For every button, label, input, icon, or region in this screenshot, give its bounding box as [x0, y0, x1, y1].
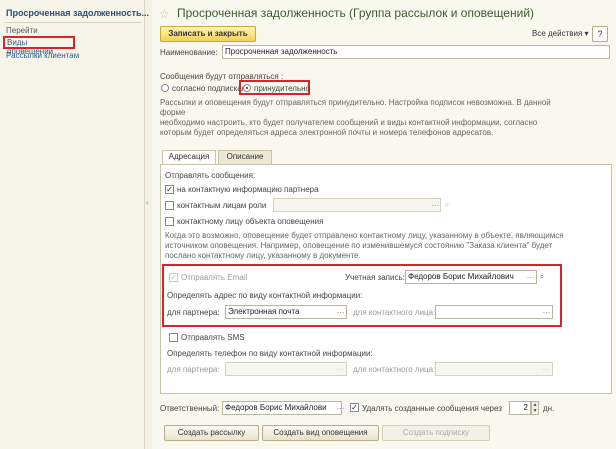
email-contact-input[interactable] — [435, 305, 553, 319]
desc-line: Рассылки и оповещения будут отправляться… — [160, 98, 551, 107]
tab-addressing[interactable]: Адресация — [162, 150, 216, 165]
account-label: Учетная запись: — [345, 273, 405, 282]
account-search-icon[interactable]: ⌕ — [537, 271, 547, 283]
name-label: Наименование: — [160, 48, 218, 57]
object-contact-label[interactable]: контактному лицу объекта оповещения — [177, 217, 323, 226]
contact-role-select-icon: … — [431, 199, 440, 208]
desc-line: которым будет определяться адреса электр… — [160, 128, 494, 137]
contact-role-label[interactable]: контактным лицам роли — [177, 201, 266, 210]
sms-partner-select-icon: … — [336, 363, 345, 372]
contact-role-checkbox[interactable] — [165, 201, 174, 210]
page-title: Просроченная задолженность (Группа рассы… — [177, 6, 535, 20]
delete-messages-checkbox[interactable]: ✓ — [350, 403, 359, 412]
save-and-close-button[interactable]: Записать и закрыть — [160, 26, 256, 42]
email-ci-label: Определять адрес по виду контактной инфо… — [167, 291, 363, 300]
name-input[interactable]: Просроченная задолженность — [222, 45, 610, 59]
info-line: Когда это возможно, оповещение будет отп… — [165, 231, 564, 240]
create-alert-type-button[interactable]: Создать вид оповещения — [262, 425, 379, 441]
contact-role-search-icon: ⌕ — [444, 200, 450, 209]
email-contact-select-icon[interactable]: … — [541, 306, 552, 318]
partner-ci-label[interactable]: на контактную информацию партнера — [177, 185, 319, 194]
help-button[interactable]: ? — [592, 26, 608, 42]
info-line: послано контактному лицу, указанному в д… — [165, 251, 361, 260]
create-subscription-button: Создать подписку — [382, 425, 490, 441]
sms-partner-label: для партнера: — [167, 365, 220, 374]
all-actions-menu[interactable]: Все действия ▾ — [532, 29, 589, 38]
sms-contact-label: для контактного лица: — [353, 365, 436, 374]
partner-ci-checkbox[interactable]: ✓ — [165, 185, 174, 194]
email-partner-select-icon[interactable]: … — [335, 306, 346, 318]
sidebar: Просроченная задолженность... Перейти Ви… — [0, 0, 149, 449]
account-select-icon[interactable]: … — [525, 271, 536, 283]
email-partner-input[interactable]: Электронная почта — [225, 305, 347, 319]
sms-partner-input — [225, 362, 347, 376]
radio-forced[interactable] — [243, 84, 251, 92]
sidebar-divider — [4, 22, 142, 23]
account-input[interactable]: Федоров Борис Михайлович — [405, 270, 537, 284]
sidebar-item-client-mailings[interactable]: Рассылки клиентам — [6, 51, 79, 60]
desc-line: необходимо настроить, кто будет получате… — [160, 118, 538, 127]
phone-ci-label: Определять телефон по виду контактной ин… — [167, 349, 373, 358]
email-partner-label: для партнера: — [167, 308, 220, 317]
sidebar-goto-label: Перейти — [6, 26, 38, 35]
sms-contact-select-icon: … — [542, 363, 551, 372]
sidebar-title[interactable]: Просроченная задолженность... — [6, 8, 149, 18]
object-contact-info: Когда это возможно, оповещение будет отп… — [165, 231, 564, 261]
create-mailing-button[interactable]: Создать рассылку — [164, 425, 259, 441]
info-line: источником оповещения. Например, оповеще… — [165, 241, 553, 250]
radio-by-subscriptions[interactable] — [161, 84, 169, 92]
email-contact-label: для контактного лица: — [353, 308, 436, 317]
responsible-input[interactable]: Федоров Борис Михайлови — [222, 401, 342, 415]
responsible-label: Ответственный: — [160, 404, 220, 413]
sidebar-item-alert-types[interactable]: Виды оповещений — [3, 36, 75, 56]
tab-description[interactable]: Описание — [218, 150, 272, 164]
responsible-select-icon[interactable]: … — [335, 402, 346, 414]
send-mode-description: Рассылки и оповещения будут отправляться… — [160, 98, 612, 138]
app-window: Просроченная задолженность... Перейти Ви… — [0, 0, 616, 449]
days-spinner[interactable]: ▴ ▾ — [531, 401, 539, 415]
send-to-label: Отправлять сообщения: — [165, 171, 256, 180]
delete-days-input[interactable]: 2 — [509, 401, 531, 415]
send-sms-label[interactable]: Отправлять SMS — [181, 333, 245, 342]
desc-line: форме — [160, 108, 186, 117]
contact-role-input — [273, 198, 441, 212]
radio-forced-label[interactable]: принудительно — [254, 84, 310, 93]
object-contact-checkbox[interactable] — [165, 217, 174, 226]
addressing-panel: Отправлять сообщения: ✓ на контактную ин… — [160, 164, 612, 394]
send-email-label: Отправлять Email — [181, 273, 248, 282]
sms-contact-input — [435, 362, 553, 376]
main-form: ☆ Просроченная задолженность (Группа рас… — [152, 0, 616, 449]
radio-by-subscriptions-label[interactable]: согласно подпискам — [172, 84, 247, 93]
favorite-star-icon[interactable]: ☆ — [159, 7, 170, 21]
send-email-checkbox: ✓ — [169, 273, 178, 282]
delete-messages-label[interactable]: Удалять созданные сообщения через — [362, 404, 502, 413]
days-unit-label: дн. — [543, 404, 555, 413]
send-sms-checkbox[interactable] — [169, 333, 178, 342]
